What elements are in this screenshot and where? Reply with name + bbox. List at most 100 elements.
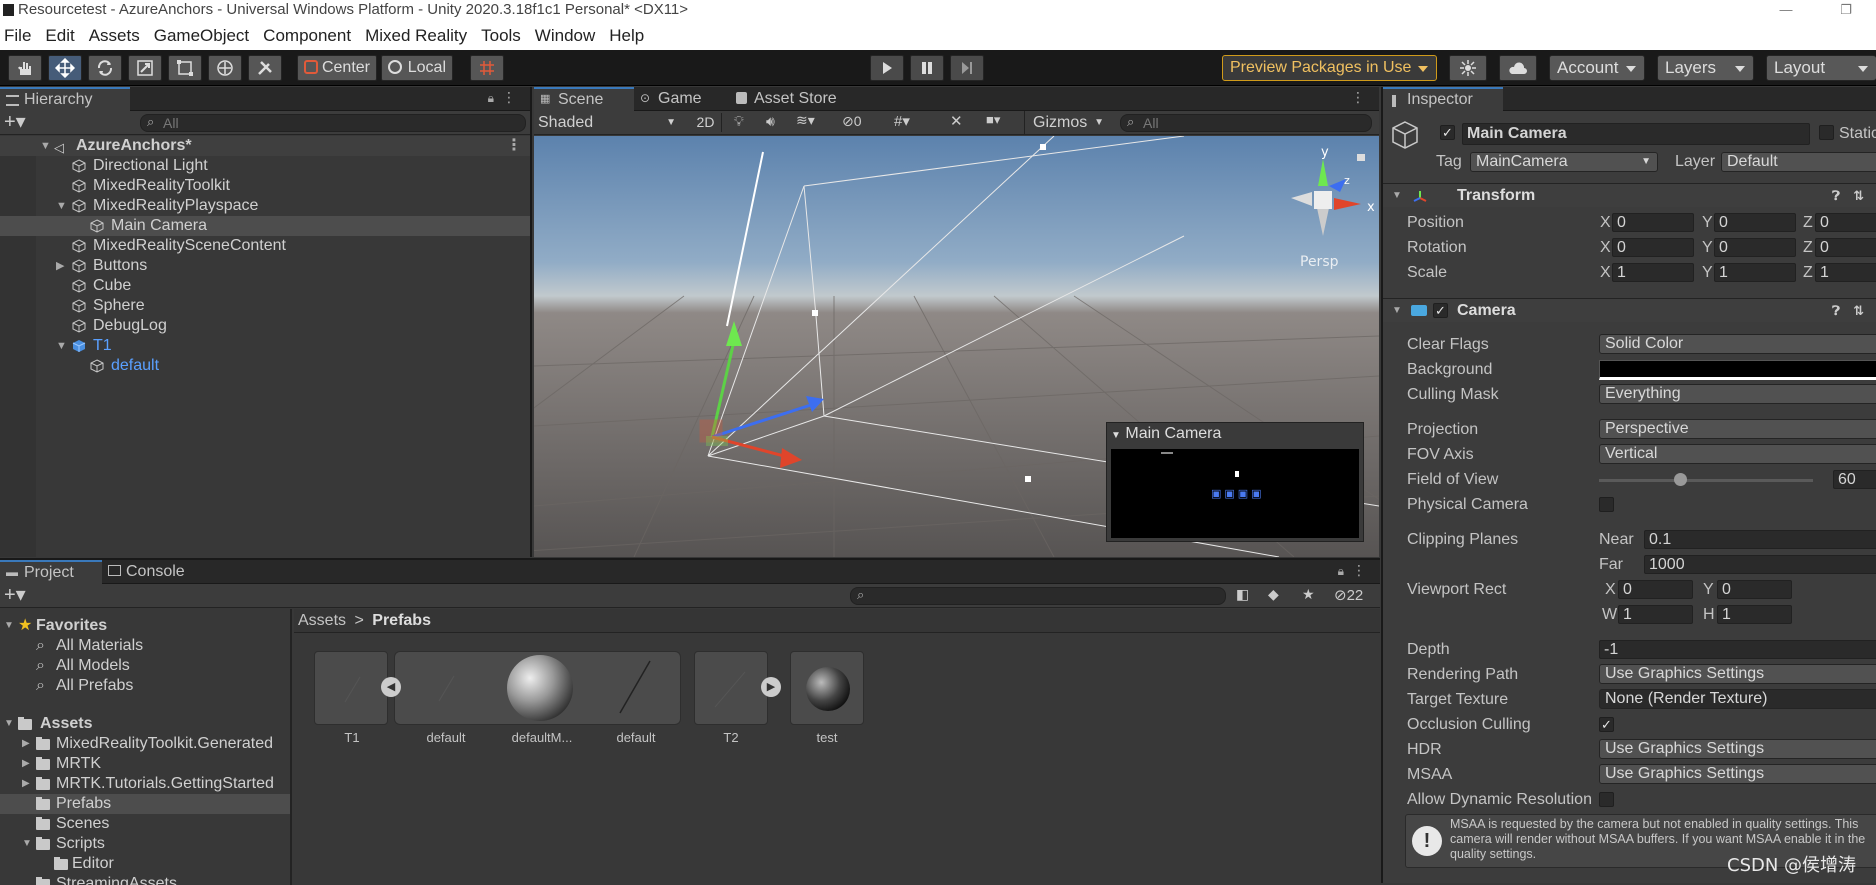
folder-prefabs[interactable]: Prefabs (0, 794, 290, 814)
hidden-packages-toggle[interactable]: ⊘22 (1334, 586, 1363, 604)
kebab-menu-icon[interactable]: ⋮ (1352, 562, 1366, 579)
hierarchy-item-mixedrealityscenecontent[interactable]: MixedRealitySceneContent (0, 236, 530, 256)
play-button[interactable] (870, 55, 904, 81)
menu-component[interactable]: Component (263, 26, 351, 46)
active-checkbox[interactable]: ✓ (1440, 125, 1455, 140)
tab-project[interactable]: ▬ Project (0, 560, 102, 584)
pivot-local-button[interactable]: Local (381, 55, 453, 81)
scene-search-input[interactable]: All (1120, 114, 1372, 132)
persp-label[interactable]: Persp (1300, 254, 1339, 270)
lighting-icon[interactable]: 💡︎ (734, 113, 754, 132)
cloud-button[interactable] (1499, 55, 1537, 81)
pivot-center-button[interactable]: Center (297, 55, 377, 81)
settings-sliders-icon[interactable]: ⇅ (1853, 299, 1864, 323)
hierarchy-item-sphere[interactable]: Sphere (0, 296, 530, 316)
tag-dropdown[interactable]: MainCamera ▼ (1470, 152, 1658, 172)
hierarchy-item-main-camera[interactable]: Main Camera (0, 216, 530, 236)
restore-icon[interactable]: ❐ (1816, 0, 1876, 22)
favorite-all-models[interactable]: ⌕ All Models (0, 656, 290, 676)
account-dropdown[interactable]: Account (1549, 55, 1645, 81)
breadcrumb-assets[interactable]: Assets (298, 612, 346, 629)
grid-snap-button[interactable] (470, 55, 504, 81)
folder-mrtk[interactable]: ▶ MRTK (0, 754, 290, 774)
lock-icon[interactable]: 🔒︎ (488, 91, 494, 106)
breadcrumb-prefabs[interactable]: Prefabs (372, 612, 431, 629)
menu-tools[interactable]: Tools (481, 26, 521, 46)
fov-axis-dropdown[interactable]: Vertical (1599, 444, 1876, 464)
folder-editor[interactable]: Editor (0, 854, 290, 874)
viewport-y-input[interactable]: 0 (1717, 580, 1792, 599)
menu-window[interactable]: Window (535, 26, 595, 46)
fov-slider-thumb[interactable] (1674, 473, 1688, 486)
hierarchy-item-t1[interactable]: ▼ T1 (0, 336, 530, 356)
collapse-arrow-icon[interactable]: ▶ (56, 256, 64, 276)
asset-thumb-t1[interactable] (314, 651, 388, 725)
effects-icon[interactable]: ≋▾ (796, 112, 830, 133)
hierarchy-item-mixedrealitytoolkit[interactable]: MixedRealityToolkit (0, 176, 530, 196)
hierarchy-item-buttons[interactable]: ▶ Buttons (0, 256, 530, 276)
help-icon[interactable]: ❓︎ (1832, 184, 1840, 208)
collapse-arrow-icon[interactable]: ▼ (1111, 430, 1121, 441)
viewport-h-input[interactable]: 1 (1717, 605, 1792, 624)
physical-camera-checkbox[interactable] (1599, 497, 1614, 512)
scale-x-input[interactable]: 1 (1612, 263, 1694, 282)
move-tool-button[interactable] (48, 55, 82, 81)
hierarchy-item-cube[interactable]: Cube (0, 276, 530, 296)
settings-sliders-icon[interactable]: ⇅ (1853, 184, 1864, 208)
hierarchy-item-default[interactable]: default (0, 356, 530, 376)
hand-tool-button[interactable] (8, 55, 42, 81)
dynamic-resolution-checkbox[interactable] (1599, 792, 1614, 807)
collapse-arrow-icon[interactable]: ▶ (22, 774, 30, 794)
folder-mrtk-tutorials[interactable]: ▶ MRTK.Tutorials.GettingStarted (0, 774, 290, 794)
menu-edit[interactable]: Edit (45, 26, 74, 46)
custom-tool-button[interactable] (248, 55, 282, 81)
depth-input[interactable]: -1 (1599, 640, 1876, 659)
folder-mixedrealitytoolkit-generated[interactable]: ▶ MixedRealityToolkit.Generated (0, 734, 290, 754)
expand-arrow-icon[interactable]: ▼ (4, 714, 14, 734)
tools-icon[interactable]: ✕ (950, 112, 970, 133)
tab-game[interactable]: ⊙ Game (634, 87, 730, 111)
menu-help[interactable]: Help (609, 26, 644, 46)
fov-input[interactable]: 60 (1833, 470, 1876, 489)
tab-asset-store[interactable]: Asset Store (730, 87, 860, 111)
layer-dropdown[interactable]: Default (1721, 152, 1876, 172)
scale-z-input[interactable]: 1 (1815, 263, 1876, 282)
favorite-star-icon[interactable]: ★ (1302, 586, 1315, 603)
scale-tool-button[interactable] (128, 55, 162, 81)
transform-tool-button[interactable] (208, 55, 242, 81)
projection-dropdown[interactable]: Perspective (1599, 419, 1876, 439)
expand-prefab-button[interactable]: ▶ (761, 677, 781, 697)
position-x-input[interactable]: 0 (1612, 213, 1694, 232)
step-button[interactable] (950, 55, 984, 81)
label-tag-icon[interactable]: ◆ (1268, 586, 1279, 603)
create-plus-icon[interactable]: +▾ (4, 111, 26, 133)
menu-mixed-reality[interactable]: Mixed Reality (365, 26, 467, 46)
scene-viewport[interactable]: y x z Persp ▼ Main Camera ▣▣▣▣ (534, 136, 1379, 557)
static-checkbox[interactable] (1819, 125, 1834, 140)
toggle-2d-button[interactable]: 2D (690, 113, 722, 132)
rotation-x-input[interactable]: 0 (1612, 238, 1694, 257)
minimize-icon[interactable]: — (1756, 0, 1816, 22)
assets-section[interactable]: ▼ Assets (0, 714, 290, 734)
layout-dropdown[interactable]: Layout (1766, 55, 1876, 81)
rotation-y-input[interactable]: 0 (1714, 238, 1796, 257)
favorite-all-materials[interactable]: ⌕ All Materials (0, 636, 290, 656)
expand-arrow-icon[interactable]: ▼ (40, 136, 51, 156)
create-plus-icon[interactable]: +▾ (4, 584, 26, 606)
menu-assets[interactable]: Assets (89, 26, 140, 46)
pause-button[interactable] (910, 55, 944, 81)
camera-settings-toggle[interactable]: ■▾ (986, 112, 1022, 133)
target-texture-field[interactable]: None (Render Texture) (1599, 689, 1876, 709)
expand-arrow-icon[interactable]: ▼ (4, 616, 14, 636)
expand-arrow-icon[interactable]: ▼ (22, 834, 32, 854)
rotation-z-input[interactable]: 0 (1815, 238, 1876, 257)
gizmos-dropdown[interactable]: Gizmos ▼ (1024, 111, 1104, 134)
collapse-prefab-button[interactable]: ◀ (381, 677, 401, 697)
grid-toggle[interactable]: #▾ (894, 112, 934, 133)
asset-thumb-t2[interactable] (694, 651, 768, 725)
favorite-all-prefabs[interactable]: ⌕ All Prefabs (0, 676, 290, 696)
lock-icon[interactable]: 🔒︎ (1338, 564, 1344, 579)
position-z-input[interactable]: 0 (1815, 213, 1876, 232)
transform-header[interactable]: ▼ Transform ❓︎ ⇅ (1383, 183, 1876, 207)
asset-thumb-test[interactable] (790, 651, 864, 725)
